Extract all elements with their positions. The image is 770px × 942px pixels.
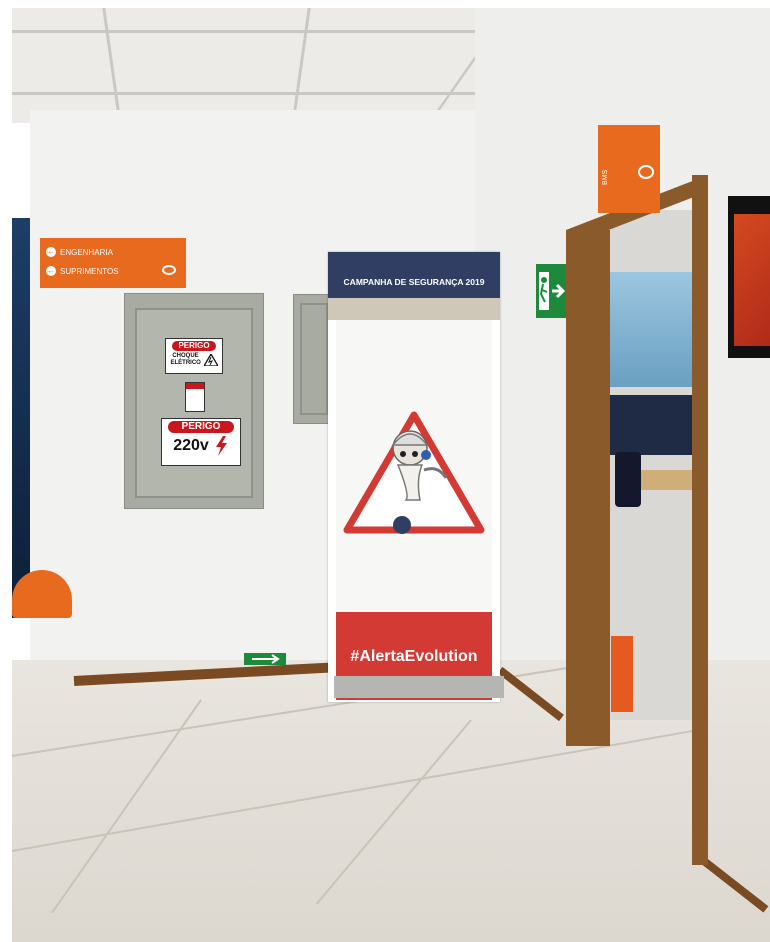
arrow-left-icon: ← [46, 247, 56, 257]
banner-title: CAMPANHA DE SEGURANÇA 2019 [328, 252, 500, 298]
warning-row: CHOQUE ELÉTRICO [166, 353, 222, 367]
company-logo-icon [638, 165, 654, 179]
direction-sign: ← ENGENHARIA ← SUPRIMENTOS [40, 238, 186, 288]
voltage-warning-sign: PERIGO 220v [161, 418, 241, 466]
ceiling-grid-line [12, 92, 512, 95]
shock-warning-sign: PERIGO CHOQUE ELÉTRICO [165, 338, 223, 374]
wall-monitor [728, 196, 770, 358]
office-partition [610, 395, 694, 455]
panel-door [300, 303, 328, 415]
safety-campaign-banner: CAMPANHA DE SEGURANÇA 2019 #AlertaEvolut… [328, 252, 500, 702]
room-sign: BMS [598, 125, 660, 213]
floor-exit-marker [244, 653, 286, 665]
warning-triangle-mascot-icon [343, 411, 485, 534]
banner-stand-base [334, 676, 504, 698]
direction-label-engenharia: ENGENHARIA [60, 247, 113, 257]
emergency-exit-sign [536, 264, 566, 318]
room-sign-label: BMS [602, 169, 609, 185]
photo-scene: ← ENGENHARIA ← SUPRIMENTOS PERIGO CHOQUE… [0, 0, 770, 942]
warning-row: 220v [162, 436, 240, 456]
exit-running-man-icon [539, 272, 566, 310]
exit-arrow-icon [552, 283, 566, 299]
monitor-screen [734, 214, 770, 346]
door-frame-right [692, 175, 708, 865]
direction-label-suprimentos: SUPRIMENTOS [60, 266, 119, 276]
panel-door: PERIGO CHOQUE ELÉTRICO PERIGO 220v [135, 308, 253, 498]
voltage-text: 220v [173, 437, 209, 454]
direction-row: ← SUPRIMENTOS [46, 266, 119, 276]
company-logo-icon [162, 265, 176, 275]
lightning-bolt-icon [215, 436, 227, 456]
warning-text: CHOQUE ELÉTRICO [170, 353, 201, 366]
warning-header: PERIGO [168, 421, 234, 433]
wall-panel [293, 294, 333, 424]
office-chair [615, 452, 641, 507]
electrical-panel: PERIGO CHOQUE ELÉTRICO PERIGO 220v [124, 293, 264, 509]
banner-stripe [328, 298, 500, 320]
office-window [610, 272, 694, 387]
door-frame-left [566, 230, 610, 746]
exit-arrow-icon [252, 654, 280, 664]
banner-body [336, 320, 492, 610]
small-warning-sticker [185, 382, 205, 412]
direction-row: ← ENGENHARIA [46, 247, 113, 257]
arrow-left-icon: ← [46, 266, 56, 276]
electric-shock-icon [203, 354, 218, 366]
warning-header: PERIGO [172, 341, 216, 351]
orange-bucket [611, 636, 633, 712]
